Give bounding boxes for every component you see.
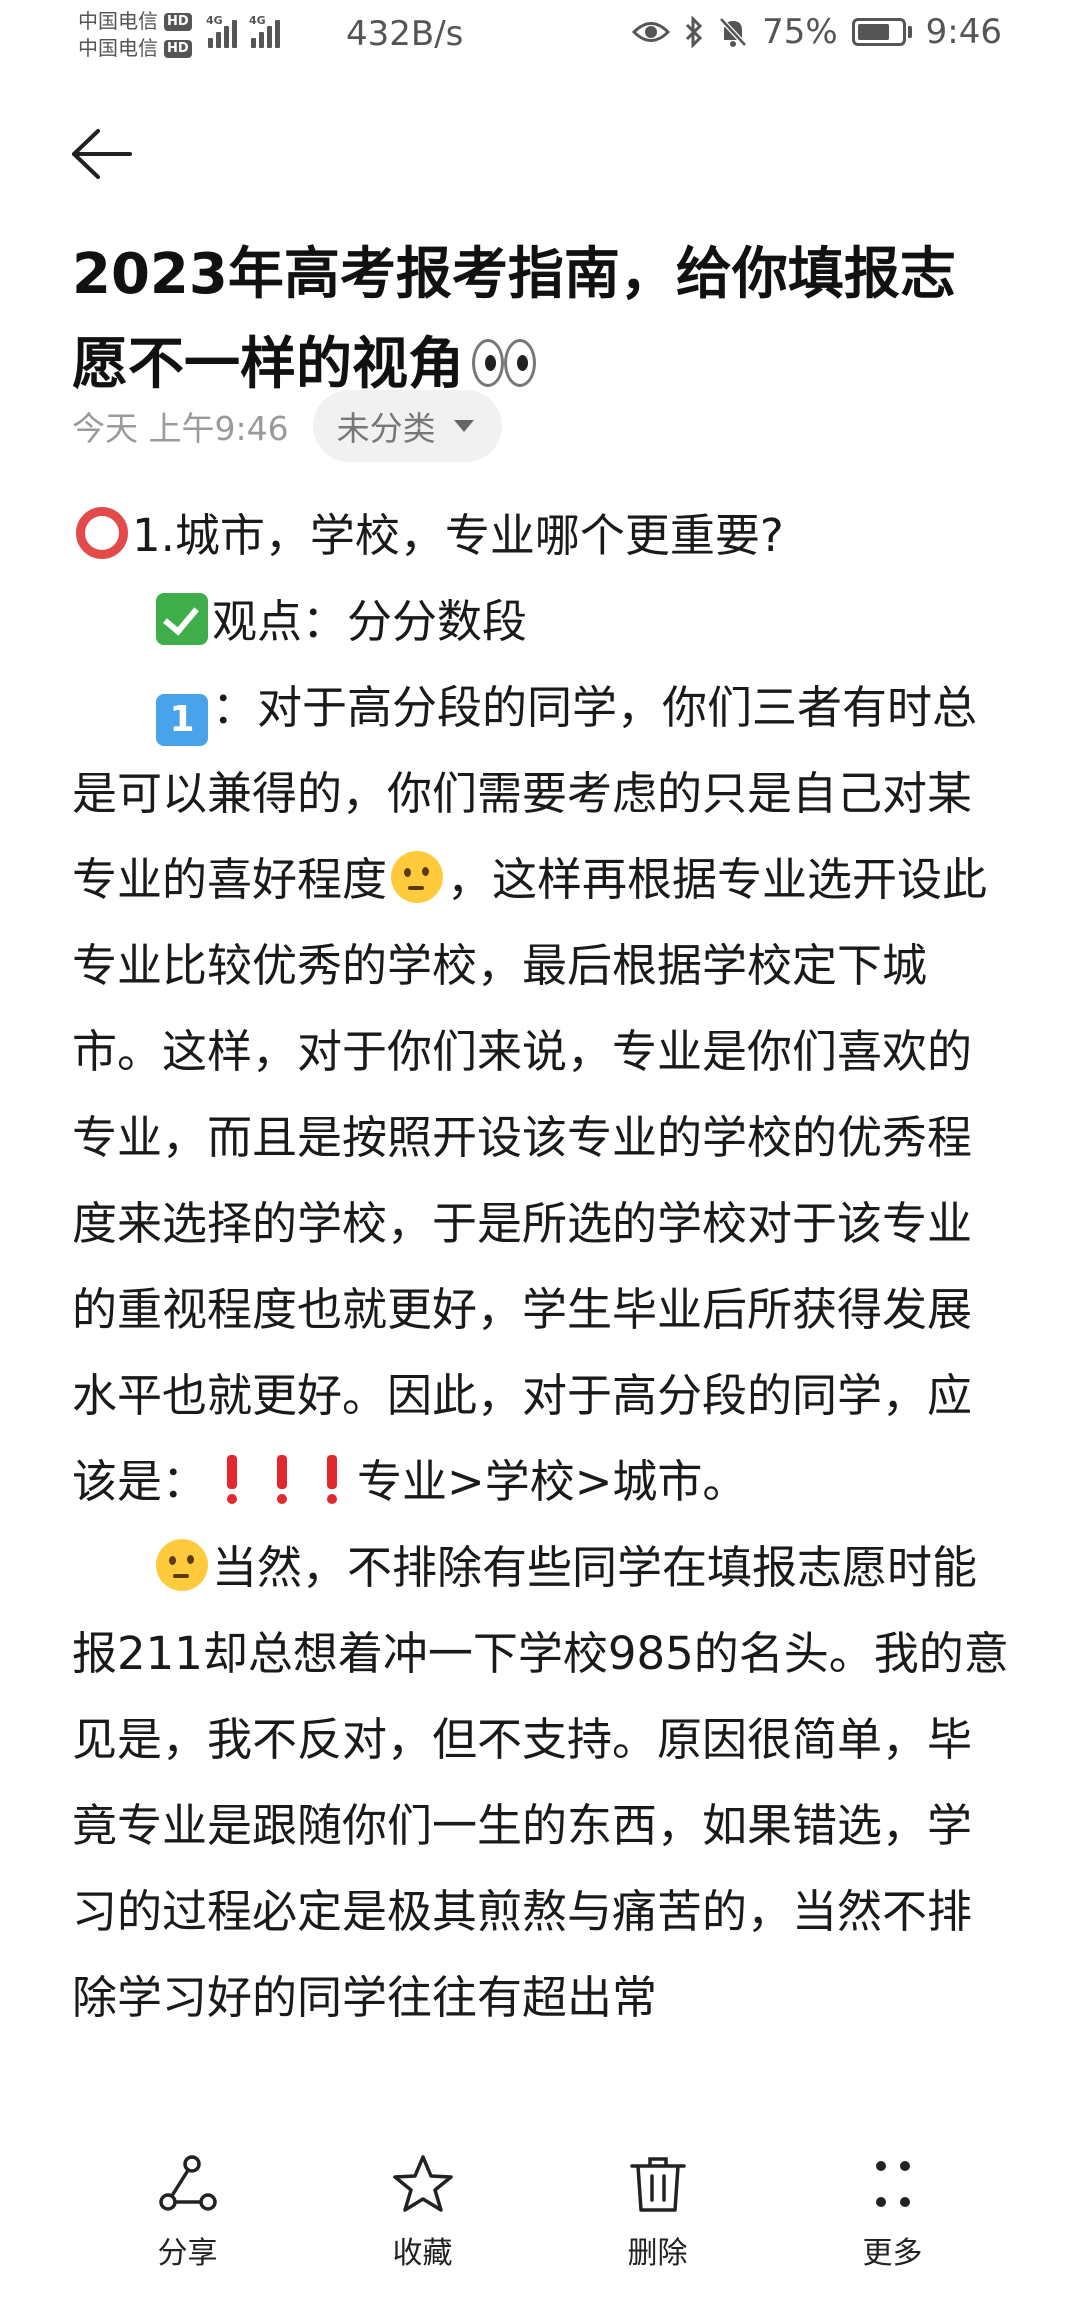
eye-icon — [632, 19, 671, 45]
signal-icon: 4G — [249, 14, 280, 48]
check-mark-icon — [156, 593, 208, 645]
network-type-label: 4G — [249, 14, 266, 27]
paragraph-1: 1 ：对于高分段的同学，你们三者有时总是可以兼得的，你们需要考虑的只是自己对某专业… — [72, 665, 1012, 1525]
viewpoint-line: 观点：分分数段 — [72, 579, 1012, 665]
signal-indicators: 4G 4G — [206, 14, 280, 48]
back-button[interactable] — [66, 118, 138, 190]
network-speed: 432B/s — [346, 14, 464, 54]
share-label: 分享 — [157, 2236, 218, 2271]
carrier-2-label: 中国电信 — [78, 36, 158, 60]
share-button[interactable]: 分享 — [108, 2114, 268, 2322]
paragraph-1-text-b: ，这样再根据专业选开设此专业比较优秀的学校，最后根据学校定下城市。这样，对于你们… — [72, 853, 988, 1508]
back-arrow-icon — [72, 129, 132, 179]
note-detail-screen: 中国电信 HD 中国电信 HD 4G 4G 432B/s 75% 9:46 20… — [0, 0, 1080, 2322]
favorite-button[interactable]: 收藏 — [343, 2114, 503, 2322]
exclamation-icon — [271, 1453, 293, 1505]
exclamation-icon — [221, 1453, 243, 1505]
hd-badge: HD — [164, 12, 192, 31]
clock: 9:46 — [925, 12, 1002, 52]
more-dots-icon — [875, 2161, 910, 2207]
hd-badge: HD — [164, 39, 192, 58]
carrier-info: 中国电信 HD 中国电信 HD — [78, 8, 192, 62]
note-body[interactable]: 1.城市，学校，专业哪个更重要? 观点：分分数段 1 ：对于高分段的同学，你们三者… — [72, 493, 1012, 2093]
favorite-label: 收藏 — [392, 2236, 453, 2271]
trash-icon — [629, 2157, 686, 2212]
thinking-face-icon — [156, 1539, 208, 1591]
dropdown-caret-icon — [453, 420, 474, 432]
category-selector[interactable]: 未分类 — [312, 390, 502, 462]
exclamation-icon — [321, 1453, 343, 1505]
battery-icon — [851, 18, 912, 46]
mute-bell-icon — [718, 16, 748, 48]
battery-percent: 75% — [762, 12, 838, 52]
paragraph-1-text-c: 专业>学校>城市。 — [357, 1455, 748, 1508]
category-label: 未分类 — [336, 409, 436, 448]
note-timestamp: 今天 上午9:46 — [72, 409, 289, 448]
keycap-one-icon: 1 — [156, 694, 208, 746]
share-icon — [158, 2155, 217, 2211]
star-icon — [392, 2155, 453, 2212]
bottom-toolbar: 分享 收藏 删除 更多 — [0, 2114, 1080, 2322]
more-label: 更多 — [862, 2236, 923, 2271]
note-title: 2023年高考报考指南，给你填报志愿不一样的视角 — [72, 230, 1002, 410]
status-right-group: 75% 9:46 — [632, 12, 1002, 52]
bluetooth-icon — [684, 16, 704, 48]
paragraph-2: 当然，不排除有些同学在填报志愿时能报211却总想着冲一下学校985的名头。我的意… — [72, 1525, 1012, 2041]
status-bar: 中国电信 HD 中国电信 HD 4G 4G 432B/s 75% 9:46 — [0, 0, 1080, 72]
signal-icon: 4G — [206, 14, 237, 48]
paragraph-2-text: 当然，不排除有些同学在填报志愿时能报211却总想着冲一下学校985的名头。我的意… — [72, 1541, 1009, 2024]
monocle-face-icon — [391, 851, 444, 903]
more-button[interactable]: 更多 — [813, 2114, 973, 2322]
delete-label: 删除 — [627, 2236, 688, 2271]
delete-button[interactable]: 删除 — [578, 2114, 738, 2322]
eyes-emoji-icon — [470, 337, 536, 387]
note-meta: 今天 上午9:46 未分类 — [72, 390, 502, 462]
red-circle-icon — [76, 507, 128, 559]
carrier-1-label: 中国电信 — [78, 9, 158, 33]
viewpoint-text: 观点：分分数段 — [212, 595, 528, 648]
question-text: 1.城市，学校，专业哪个更重要? — [132, 509, 784, 562]
network-type-label: 4G — [206, 14, 223, 27]
question-heading: 1.城市，学校，专业哪个更重要? — [72, 493, 1012, 579]
